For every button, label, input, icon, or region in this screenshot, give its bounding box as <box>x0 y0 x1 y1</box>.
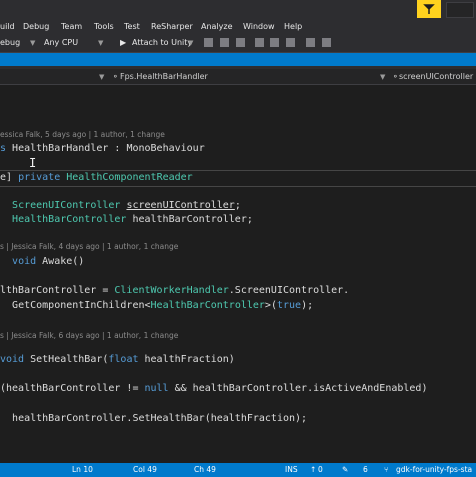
code-text: healthBarController.SetHealthBar(healthF… <box>12 413 308 424</box>
menu-build[interactable]: uild <box>0 22 15 32</box>
menu-team[interactable]: Team <box>61 22 82 32</box>
code-text: ; <box>234 200 241 211</box>
chevron-down-icon[interactable]: ▼ <box>30 38 35 48</box>
insert-mode[interactable]: INS <box>285 465 298 475</box>
menu-test[interactable]: Test <box>124 22 140 32</box>
menu-tools[interactable]: Tools <box>94 22 114 32</box>
code-text: healthFraction) <box>138 354 235 365</box>
chevron-down-icon[interactable]: ▼ <box>98 38 103 48</box>
bookmark-icon[interactable] <box>286 38 295 47</box>
breakpoint-icon[interactable] <box>236 38 245 47</box>
keyword: float <box>108 354 139 365</box>
code-text: SetHealthBar( <box>24 354 109 365</box>
code-text: (healthBarController != <box>0 383 145 394</box>
push-count[interactable]: 0 <box>318 465 323 475</box>
column-number[interactable]: Col 49 <box>133 465 157 475</box>
document-tab-strip[interactable] <box>0 53 476 66</box>
chevron-down-icon[interactable]: ▼ <box>188 38 193 48</box>
code-line: lthBarController = ClientWorkerHandler.S… <box>0 284 349 297</box>
code-line: HealthBarController healthBarController; <box>0 213 253 226</box>
pin-button[interactable] <box>417 0 441 18</box>
bookmark-next-icon[interactable] <box>306 38 315 47</box>
keyword: void <box>12 256 37 267</box>
text-cursor-icon: I <box>29 156 37 170</box>
code-text: >( <box>264 300 277 311</box>
class-icon: ⚬ <box>112 72 119 81</box>
keyword: void <box>0 354 25 365</box>
chevron-down-icon[interactable]: ▼ <box>99 72 104 82</box>
pin-icon <box>423 4 435 14</box>
chevron-down-icon[interactable]: ▼ <box>380 72 385 82</box>
pencil-icon: ✎ <box>342 465 349 474</box>
arrow-up-icon: ↑ <box>310 465 317 474</box>
keyword: null <box>144 383 169 394</box>
changes-count[interactable]: 6 <box>363 465 368 475</box>
branch-icon: ⑂ <box>384 465 389 474</box>
code-line: healthBarController.SetHealthBar(healthF… <box>0 412 307 425</box>
type-name: ScreenUIController <box>12 200 121 211</box>
find-icon[interactable] <box>270 38 279 47</box>
menu-help[interactable]: Help <box>284 22 302 32</box>
char-number[interactable]: Ch 49 <box>194 465 216 475</box>
code-text: .ScreenUIController. <box>228 285 350 296</box>
platform-select[interactable]: Any CPU <box>44 38 78 48</box>
type-dropdown[interactable]: Fps.HealthBarHandler <box>120 72 208 82</box>
attach-to-unity-button[interactable]: Attach to Unity <box>132 38 192 48</box>
codelens-annotation[interactable]: s | Jessica Falk, 6 days ago | 1 author,… <box>0 331 178 341</box>
code-text: healthBarController; <box>126 214 253 225</box>
type-name: ClientWorkerHandler <box>114 285 229 296</box>
step-icon[interactable] <box>255 38 264 47</box>
menu-analyze[interactable]: Analyze <box>201 22 233 32</box>
toolbar: ebug ▼ Any CPU ▼ ▶ Attach to Unity ▼ <box>0 34 476 53</box>
status-bar: Ln 10 Col 49 Ch 49 INS ↑ 0 ✎ 6 ⑂ gdk-for… <box>0 463 476 477</box>
menu-resharper[interactable]: ReSharper <box>151 22 193 32</box>
code-text: ); <box>301 300 314 311</box>
debug-windows-icon[interactable] <box>204 38 213 47</box>
code-editor[interactable]: essica Falk, 5 days ago | 1 author, 1 ch… <box>0 85 476 462</box>
code-line: GetComponentInChildren<HealthBarControll… <box>0 299 313 312</box>
code-line: s HealthBarHandler : MonoBehaviour <box>0 142 205 155</box>
keyword: private <box>18 172 61 183</box>
member-dropdown[interactable]: screenUIController <box>399 72 473 82</box>
code-text: GetComponentInChildren< <box>12 300 151 311</box>
code-text: HealthBarHandler : MonoBehaviour <box>6 143 205 154</box>
code-text: Awake() <box>36 256 85 267</box>
code-line: (healthBarController != null && healthBa… <box>0 382 427 395</box>
type-name: HealthBarController <box>12 214 127 225</box>
code-text: lthBarController = <box>0 285 115 296</box>
code-text: && healthBarController.isActiveAndEnable… <box>168 383 428 394</box>
bookmark-prev-icon[interactable] <box>322 38 331 47</box>
branch-name[interactable]: gdk-for-unity-fps-sta <box>396 465 472 475</box>
type-name: HealthBarController <box>150 300 265 311</box>
menu-debug[interactable]: Debug <box>23 22 49 32</box>
type-name: HealthComponentReader <box>66 172 193 183</box>
navigation-bar: ▼ ⚬ Fps.HealthBarHandler ▼ ⚬ screenUICon… <box>0 69 476 85</box>
code-line: void SetHealthBar(float healthFraction) <box>0 353 235 366</box>
menu-bar: uild Debug Team Tools Test ReSharper Ana… <box>0 0 476 34</box>
config-select[interactable]: ebug <box>0 38 20 48</box>
keyword: true <box>276 300 302 311</box>
field-name: screenUIController <box>126 200 235 211</box>
member-icon: ⚬ <box>392 72 399 81</box>
diagnostics-icon[interactable] <box>220 38 229 47</box>
menu-window[interactable]: Window <box>243 22 275 32</box>
codelens-annotation[interactable]: essica Falk, 5 days ago | 1 author, 1 ch… <box>0 130 165 140</box>
codelens-annotation[interactable]: s | Jessica Falk, 4 days ago | 1 author,… <box>0 242 178 252</box>
code-line: ScreenUIController screenUIController; <box>0 199 241 212</box>
account-icon[interactable] <box>446 2 474 18</box>
play-icon[interactable]: ▶ <box>120 38 126 48</box>
code-text: e] <box>0 172 13 183</box>
line-number[interactable]: Ln 10 <box>72 465 93 475</box>
code-line: void Awake() <box>0 255 84 268</box>
code-line: e] private HealthComponentReader <box>0 171 193 184</box>
